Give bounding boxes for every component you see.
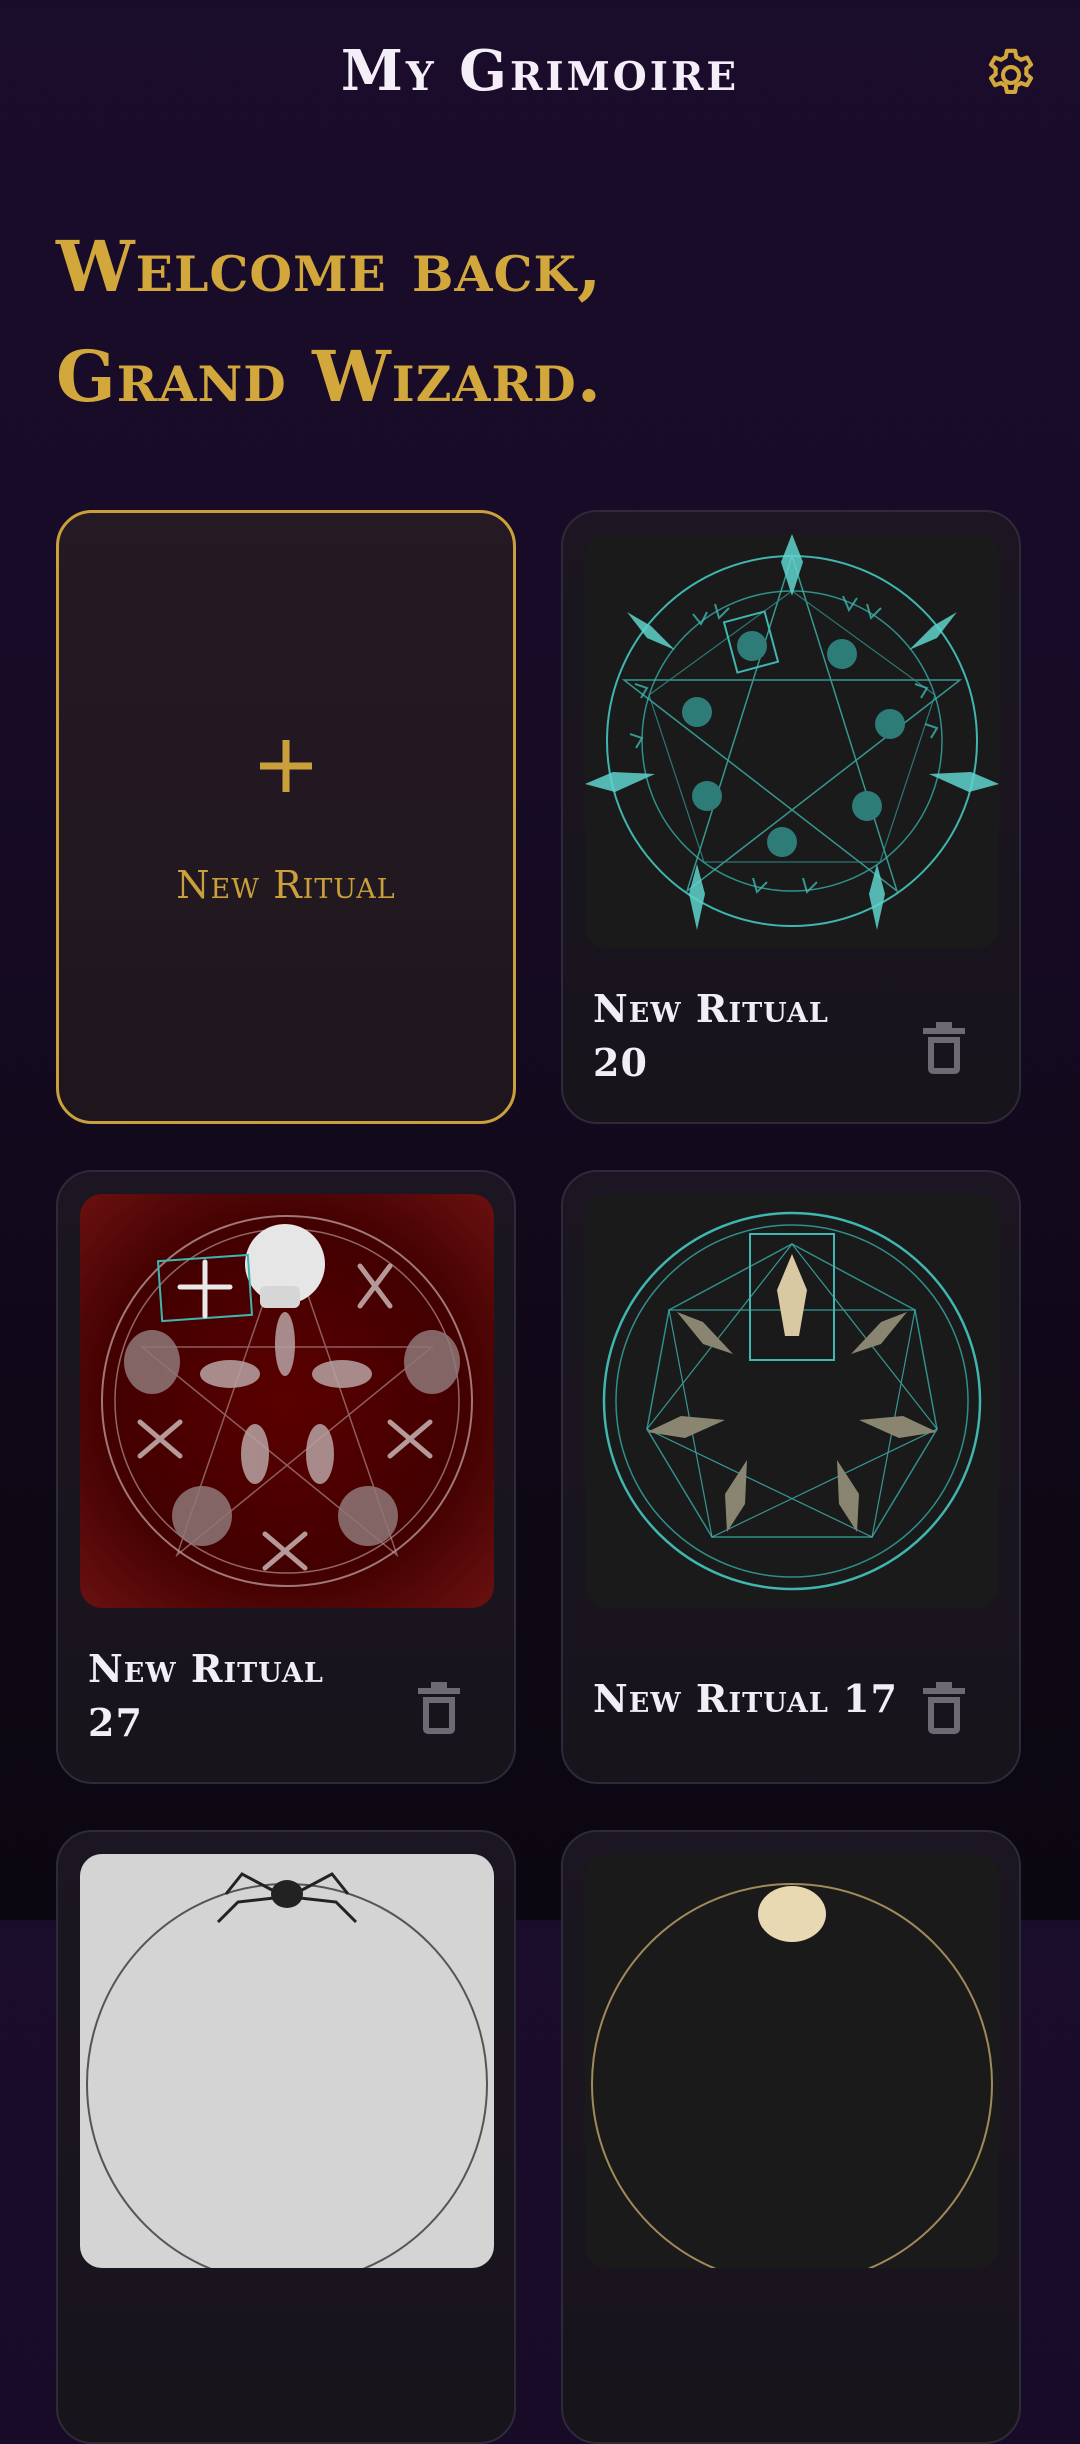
delete-ritual-button[interactable] — [919, 1020, 969, 1076]
gear-icon — [988, 48, 1034, 94]
trash-icon — [418, 1682, 460, 1734]
ritual-card[interactable] — [56, 1830, 516, 2444]
welcome-heading: Welcome back, Grand Wizard. — [56, 212, 602, 432]
delete-ritual-button[interactable] — [919, 1680, 969, 1736]
new-ritual-card[interactable]: New Ritual — [56, 510, 516, 1124]
ritual-thumbnail — [80, 1194, 494, 1608]
ritual-thumbnail — [80, 1854, 494, 2268]
delete-ritual-button[interactable] — [414, 1680, 464, 1736]
ritual-card[interactable]: New Ritual 20 — [561, 510, 1021, 1124]
settings-button[interactable] — [982, 46, 1040, 104]
welcome-line-1: Welcome back, — [56, 225, 603, 308]
trash-icon — [923, 1022, 965, 1074]
ritual-name: New Ritual 17 — [593, 1676, 898, 1721]
top-bar: My Grimoire — [0, 0, 1080, 150]
ritual-name: New Ritual 27 — [88, 1646, 324, 1745]
new-ritual-label: New Ritual — [176, 863, 396, 907]
ritual-name: New Ritual 20 — [593, 986, 829, 1085]
welcome-line-2: Grand Wizard. — [56, 335, 603, 418]
ritual-card[interactable]: New Ritual 27 — [56, 1170, 516, 1784]
ritual-thumbnail — [585, 534, 999, 948]
ritual-card[interactable]: New Ritual 17 — [561, 1170, 1021, 1784]
ritual-thumbnail — [585, 1194, 999, 1608]
ritual-card[interactable] — [561, 1830, 1021, 2444]
ritual-thumbnail — [585, 1854, 999, 2268]
app-title: My Grimoire — [340, 38, 740, 104]
trash-icon — [923, 1682, 965, 1734]
plus-icon — [59, 738, 513, 798]
